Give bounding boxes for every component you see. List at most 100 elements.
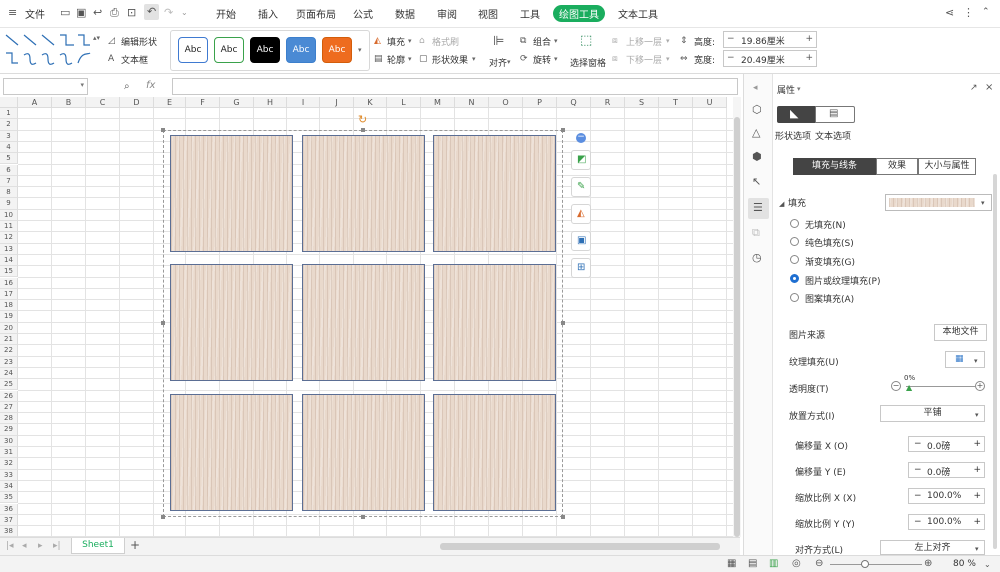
fill-dropdown-icon[interactable]: ▾	[408, 35, 412, 47]
open-folder-icon[interactable]: ▭	[60, 7, 70, 19]
name-box[interactable]: ▾	[3, 78, 88, 95]
zoom-dropdown-icon[interactable]: ⌄	[984, 559, 991, 571]
transparency-increase-icon[interactable]: +	[975, 381, 985, 391]
row-header-30[interactable]: 30	[0, 435, 18, 447]
reading-mode-icon[interactable]: ◎	[792, 558, 801, 570]
column-header-O[interactable]: O	[489, 97, 523, 108]
send-backward-dropdown-icon[interactable]: ▾	[666, 53, 670, 65]
row-header-23[interactable]: 23	[0, 356, 18, 368]
row-header-25[interactable]: 25	[0, 379, 18, 391]
row-header-6[interactable]: 6	[0, 164, 18, 176]
text-box-button[interactable]: 文本框	[121, 53, 148, 66]
column-header-E[interactable]: E	[154, 97, 186, 108]
row-header-5[interactable]: 5	[0, 153, 18, 165]
close-panel-icon[interactable]: ×	[985, 82, 993, 94]
next-sheet-icon[interactable]: ▸	[38, 540, 43, 552]
column-header-C[interactable]: C	[86, 97, 120, 108]
row-header-4[interactable]: 4	[0, 141, 18, 154]
row-header-2[interactable]: 2	[0, 119, 18, 131]
tab-page-layout[interactable]: 页面布局	[296, 6, 336, 21]
row-header-35[interactable]: 35	[0, 492, 18, 504]
column-header-J[interactable]: J	[320, 97, 354, 108]
tab-tools[interactable]: 工具	[520, 6, 540, 21]
style-outline-green[interactable]: Abc	[214, 37, 244, 63]
row-header-17[interactable]: 17	[0, 288, 18, 301]
cursor-icon[interactable]: ↖	[752, 176, 761, 188]
text-options-tab[interactable]: ▤	[815, 106, 855, 123]
normal-view-icon[interactable]: ▦	[727, 558, 736, 570]
page-layout-view-icon[interactable]: ▥	[769, 558, 778, 570]
row-header-11[interactable]: 11	[0, 221, 18, 233]
vertical-scroll-thumb[interactable]	[734, 117, 740, 537]
format-icon[interactable]: ⬢	[752, 151, 762, 163]
tab-fill-and-line[interactable]: 填充与线条	[793, 158, 876, 175]
offset-y-input[interactable]: 0.0磅	[927, 465, 950, 478]
formula-input[interactable]	[172, 78, 738, 95]
file-menu[interactable]: 文件	[25, 6, 45, 21]
row-header-13[interactable]: 13	[0, 243, 18, 255]
tab-formulas[interactable]: 公式	[353, 6, 373, 21]
radio-picture-texture-fill[interactable]	[790, 274, 799, 283]
tab-drawing-tools[interactable]: 绘图工具	[553, 5, 605, 22]
outline-dropdown-icon[interactable]: ▾	[408, 53, 412, 65]
function-icon[interactable]: fx	[146, 80, 155, 92]
scale-y-decrement[interactable]: −	[914, 517, 922, 527]
horizontal-scroll-thumb[interactable]	[440, 543, 720, 550]
row-header-34[interactable]: 34	[0, 480, 18, 493]
zoom-in-icon[interactable]: ⊕	[924, 558, 932, 570]
offset-y-increment[interactable]: +	[973, 465, 981, 475]
column-header-R[interactable]: R	[591, 97, 625, 108]
row-header-10[interactable]: 10	[0, 209, 18, 221]
offset-x-increment[interactable]: +	[973, 439, 981, 449]
collapse-panel-icon[interactable]: ◂	[753, 82, 758, 94]
row-header-33[interactable]: 33	[0, 469, 18, 481]
export-icon[interactable]: ↩	[93, 7, 102, 19]
column-header-N[interactable]: N	[455, 97, 489, 108]
panel-title-dropdown-icon[interactable]: ▾	[797, 83, 801, 95]
column-header-B[interactable]: B	[52, 97, 86, 108]
row-header-1[interactable]: 1	[0, 108, 18, 120]
sheet-tab-sheet1[interactable]: Sheet1	[71, 538, 125, 554]
scale-y-input[interactable]: 100.0%	[927, 517, 961, 527]
tab-size-and-properties[interactable]: 大小与属性	[918, 158, 976, 175]
row-header-14[interactable]: 14	[0, 254, 18, 267]
page-break-view-icon[interactable]: ▤	[748, 558, 757, 570]
bring-forward-dropdown-icon[interactable]: ▾	[666, 35, 670, 47]
row-header-29[interactable]: 29	[0, 424, 18, 436]
rotate-dropdown-icon[interactable]: ▾	[554, 53, 558, 65]
row-header-20[interactable]: 20	[0, 322, 18, 334]
zoom-level[interactable]: 80 %	[953, 559, 976, 569]
row-header-18[interactable]: 18	[0, 300, 18, 312]
pin-panel-icon[interactable]: ↗	[970, 82, 978, 94]
column-header-S[interactable]: S	[625, 97, 659, 108]
row-header-36[interactable]: 36	[0, 503, 18, 515]
outline-button[interactable]: 轮廓	[387, 53, 405, 66]
transparency-slider-track[interactable]	[906, 386, 975, 387]
scale-x-increment[interactable]: +	[973, 491, 981, 501]
row-header-12[interactable]: 12	[0, 232, 18, 244]
shape-effects-dropdown-icon[interactable]: ▾	[472, 53, 476, 65]
transparency-slider-thumb[interactable]: ▲	[906, 382, 912, 394]
height-increment[interactable]: +	[805, 34, 813, 44]
row-header-31[interactable]: 31	[0, 447, 18, 459]
panel-scrollbar[interactable]	[993, 174, 997, 549]
column-header-M[interactable]: M	[421, 97, 455, 108]
row-header-24[interactable]: 24	[0, 367, 18, 380]
column-header-U[interactable]: U	[693, 97, 727, 108]
format-brush-button[interactable]: 格式刷	[432, 35, 459, 48]
row-header-28[interactable]: 28	[0, 413, 18, 425]
hamburger-menu-icon[interactable]: ≡	[8, 7, 17, 19]
placement-select[interactable]: 平铺 ▾	[880, 405, 985, 422]
row-header-22[interactable]: 22	[0, 345, 18, 357]
style-fill-blue[interactable]: Abc	[286, 37, 316, 63]
align-button[interactable]: 对齐	[489, 56, 507, 69]
name-box-dropdown-icon[interactable]: ▾	[80, 81, 84, 89]
last-sheet-icon[interactable]: ▸|	[53, 540, 61, 552]
row-header-38[interactable]: 38	[0, 526, 18, 537]
more-chevron-icon[interactable]: ⌄	[181, 7, 188, 19]
undo-icon[interactable]: ↶	[144, 4, 160, 20]
style-outline-blue[interactable]: Abc	[178, 37, 208, 63]
vertical-scrollbar[interactable]	[733, 97, 741, 537]
zoom-slider-track[interactable]	[830, 564, 922, 565]
scale-x-input[interactable]: 100.0%	[927, 491, 961, 501]
